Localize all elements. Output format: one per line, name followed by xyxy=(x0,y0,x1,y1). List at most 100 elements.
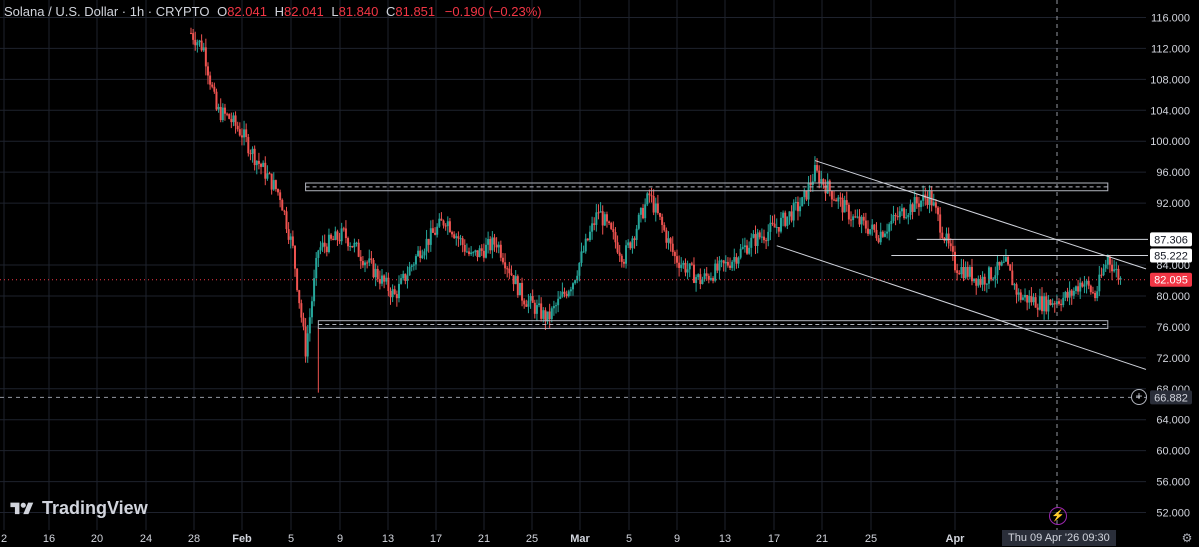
candle-body xyxy=(1019,292,1022,300)
symbol-title[interactable]: Solana / U.S. Dollar · 1h · CRYPTO xyxy=(4,4,209,19)
candle-body xyxy=(359,256,362,262)
candle-body xyxy=(807,183,810,200)
candle-body xyxy=(525,304,528,307)
candle-body xyxy=(206,66,209,76)
candle-body xyxy=(860,216,863,225)
candle-body xyxy=(353,242,356,248)
candle-body xyxy=(599,211,602,213)
candle-body xyxy=(321,242,324,248)
candle-body xyxy=(317,250,320,258)
low-label: L xyxy=(331,4,339,19)
candle-body xyxy=(1108,256,1111,265)
candle-body xyxy=(1007,257,1010,265)
candle-body xyxy=(574,280,577,284)
candle-body xyxy=(300,303,303,318)
tradingview-logo[interactable]: TradingView xyxy=(8,498,148,519)
candle-body xyxy=(414,256,417,265)
candle-body xyxy=(368,258,371,263)
symbol-header: Solana / U.S. Dollar · 1h · CRYPTO O82.0… xyxy=(4,4,542,19)
candle-body xyxy=(894,214,897,217)
candle-body xyxy=(1070,290,1073,296)
time-tick-label: 13 xyxy=(719,533,731,545)
candle-body xyxy=(828,180,831,191)
candle-body xyxy=(192,33,195,40)
candle-body xyxy=(1047,299,1050,312)
price-tick-label: 76.000 xyxy=(1156,322,1190,334)
candle-body xyxy=(429,228,432,245)
candle-body xyxy=(930,190,933,206)
candle-body xyxy=(652,196,655,213)
candle-body xyxy=(238,129,241,136)
candle-body xyxy=(357,242,360,257)
candle-body xyxy=(642,207,645,219)
candle-body xyxy=(455,236,458,239)
candle-body xyxy=(508,268,511,274)
candle-body xyxy=(304,326,307,357)
candle-body xyxy=(1066,292,1069,298)
candle-body xyxy=(334,231,337,241)
candle-body xyxy=(996,261,999,276)
candle-body xyxy=(506,268,509,270)
candle-body xyxy=(1079,282,1082,292)
candle-body xyxy=(200,40,203,51)
gear-icon[interactable]: ⚙ xyxy=(1180,531,1194,545)
candle-body xyxy=(661,216,664,225)
candle-body xyxy=(470,252,473,255)
candle-body xyxy=(756,232,759,246)
open-value: 82.041 xyxy=(227,4,267,19)
candle-body xyxy=(591,223,594,232)
candle-body xyxy=(313,278,316,302)
candle-body xyxy=(877,238,880,243)
candle-body xyxy=(249,153,252,155)
candle-body xyxy=(784,212,787,226)
price-axis[interactable]: 116.000 112.000 108.000 104.000 100.000 96.00… xyxy=(1150,12,1192,520)
candle-body xyxy=(1083,284,1086,287)
candle-body xyxy=(557,298,560,306)
candle-body xyxy=(796,201,799,212)
candle-body xyxy=(489,239,492,251)
current-price-label-text: 82.095 xyxy=(1154,275,1188,287)
candle-body xyxy=(230,118,233,123)
candle-body xyxy=(240,135,243,138)
candle-body xyxy=(684,262,687,273)
candle-body xyxy=(616,242,619,253)
candle-body xyxy=(510,273,513,276)
candle-body xyxy=(625,245,628,264)
candle-body xyxy=(319,247,322,251)
candle-body xyxy=(968,266,971,277)
time-tick-label: 20 xyxy=(91,533,103,545)
channel-upper-line[interactable] xyxy=(814,160,1147,270)
candle-body xyxy=(493,237,496,245)
candle-body xyxy=(459,238,462,240)
candle-body xyxy=(954,251,956,271)
time-tick-label: 17 xyxy=(768,533,780,545)
candle-body xyxy=(1011,270,1014,286)
candle-body xyxy=(735,257,738,264)
candle-body xyxy=(701,279,704,285)
candle-body xyxy=(754,234,757,246)
candle-body xyxy=(463,244,466,252)
candle-body xyxy=(425,238,428,252)
candle-body xyxy=(631,238,634,249)
candle-body xyxy=(773,223,776,228)
candle-body xyxy=(436,226,439,235)
candle-body xyxy=(601,211,604,226)
candle-body xyxy=(678,262,681,268)
time-axis[interactable]: 2 16 20 24 28 Feb 5 9 13 17 21 25 Mar 5 9 13 17 21 25 Apr xyxy=(1,533,965,545)
lightning-icon[interactable]: ⚡ xyxy=(1049,507,1067,525)
candle-body xyxy=(376,268,379,280)
candle-body xyxy=(431,228,434,233)
price-tick-label: 112.000 xyxy=(1151,43,1190,55)
candle-body xyxy=(907,214,910,218)
candle-body xyxy=(813,165,816,182)
candle-body xyxy=(417,250,420,257)
add-alert-plus-icon[interactable]: + xyxy=(1131,389,1147,405)
candle-body xyxy=(690,263,693,265)
candle-body xyxy=(669,238,672,244)
candle-body xyxy=(468,251,471,255)
candle-body xyxy=(900,208,903,212)
price-chart[interactable]: 116.000 112.000 108.000 104.000 100.000 96.00… xyxy=(0,0,1199,547)
price-tick-label: 72.000 xyxy=(1156,353,1190,365)
candle-body xyxy=(277,189,280,193)
candle-body xyxy=(332,238,335,241)
